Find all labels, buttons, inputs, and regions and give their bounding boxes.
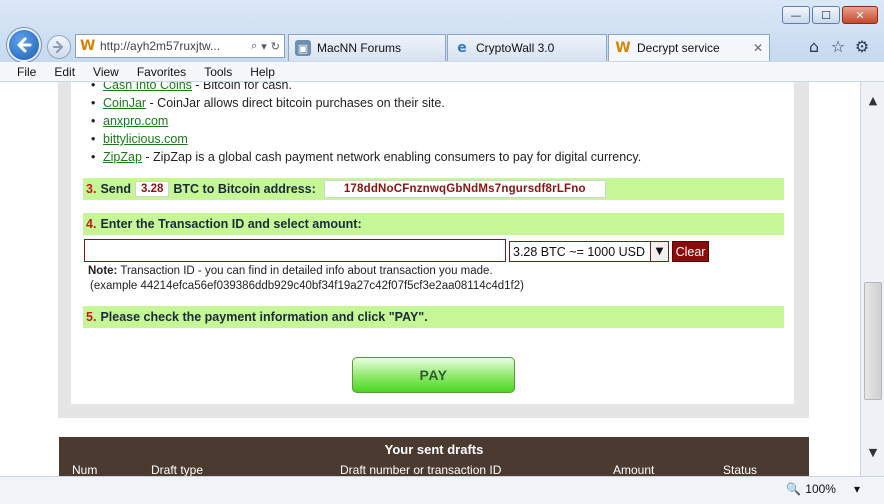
list-item: anxpro.com: [91, 112, 641, 130]
amount-selected-value: 3.28 BTC ~= 1000 USD: [513, 244, 646, 259]
bitcoin-address[interactable]: 178ddNoCFnznwqGbNdMs7ngursdf8rLFno: [323, 180, 606, 198]
exchange-link[interactable]: bittylicious.com: [103, 132, 188, 146]
scrollbar-thumb[interactable]: [864, 282, 882, 400]
step5-bar: 5. Please check the payment information …: [83, 306, 784, 328]
tab-cryptowall[interactable]: e CryptoWall 3.0: [447, 34, 607, 61]
search-icon[interactable]: ⌕: [251, 39, 257, 53]
forward-button[interactable]: [47, 35, 71, 59]
browser-chrome: — ☐ ✕ W http://ayh2m57ruxjtw... ⌕ ▾ ↻ ▣ …: [0, 0, 884, 62]
transaction-note: Note: Transaction ID - you can find in d…: [88, 265, 524, 292]
minimize-button[interactable]: —: [782, 6, 810, 24]
tab-label: CryptoWall 3.0: [476, 41, 555, 55]
address-url[interactable]: http://ayh2m57ruxjtw...: [100, 39, 247, 53]
vertical-scrollbar[interactable]: ▲ ▼: [860, 82, 884, 476]
pay-button[interactable]: PAY: [352, 357, 515, 393]
drafts-title: Your sent drafts: [384, 442, 484, 457]
scroll-up-icon[interactable]: ▲: [864, 92, 882, 108]
column-header-draft-number: Draft number or transaction ID: [340, 463, 502, 476]
site-logo-icon: W: [80, 38, 96, 54]
menu-tools[interactable]: Tools: [195, 65, 241, 79]
status-bar: 🔍 100% ▾: [0, 476, 884, 504]
clear-button[interactable]: Clear: [672, 241, 709, 262]
close-window-button[interactable]: ✕: [842, 6, 878, 24]
list-item: Cash Into Coins - Bitcoin for cash.: [91, 82, 641, 94]
page-icon: ▣: [295, 40, 311, 56]
close-tab-icon[interactable]: ✕: [753, 41, 763, 55]
ie-icon: e: [457, 40, 467, 56]
maximize-button[interactable]: ☐: [812, 6, 840, 24]
step-number: 3.: [86, 182, 97, 196]
btc-amount: 3.28: [135, 181, 170, 197]
address-dropdown-icon[interactable]: ▾: [261, 40, 267, 53]
step3-bar: 3. Send 3.28 BTC to Bitcoin address: 178…: [83, 178, 784, 200]
list-item: CoinJar - CoinJar allows direct bitcoin …: [91, 94, 641, 112]
page-viewport: Cash Into Coins - Bitcoin for cash. Coin…: [0, 82, 860, 476]
exchange-link[interactable]: CoinJar: [103, 96, 146, 110]
tab-label: MacNN Forums: [317, 41, 402, 55]
zoom-level: 100%: [805, 482, 836, 496]
address-bar[interactable]: W http://ayh2m57ruxjtw... ⌕ ▾ ↻: [75, 34, 285, 58]
forward-arrow-icon: [53, 41, 63, 53]
menu-bar: File Edit View Favorites Tools Help: [0, 62, 884, 82]
menu-favorites[interactable]: Favorites: [128, 65, 195, 79]
transaction-example: (example 44214efca56ef039386ddb929c40bf3…: [90, 280, 524, 292]
amount-select[interactable]: 3.28 BTC ~= 1000 USD ▼: [509, 241, 669, 262]
exchange-link[interactable]: anxpro.com: [103, 114, 168, 128]
step-number: 4.: [86, 217, 97, 231]
step-number: 5.: [86, 310, 97, 324]
back-button[interactable]: [7, 28, 41, 62]
exchange-link[interactable]: Cash Into Coins: [103, 82, 192, 92]
zoom-dropdown-icon[interactable]: ▾: [854, 482, 860, 496]
tab-label: Decrypt service: [637, 41, 720, 55]
column-header-num: Num: [72, 463, 98, 476]
tab-decrypt-service[interactable]: W Decrypt service ✕: [608, 34, 770, 61]
window-controls: — ☐ ✕: [782, 6, 878, 24]
favorites-star-icon[interactable]: ☆: [828, 36, 848, 56]
menu-view[interactable]: View: [84, 65, 128, 79]
scroll-down-icon[interactable]: ▼: [864, 444, 882, 460]
step4-bar: 4. Enter the Transaction ID and select a…: [83, 213, 784, 235]
back-arrow-icon: [17, 37, 32, 53]
column-header-draft-type: Draft type: [151, 463, 204, 476]
transaction-id-input[interactable]: [84, 239, 506, 262]
menu-help[interactable]: Help: [241, 65, 284, 79]
tab-macnn-forums[interactable]: ▣ MacNN Forums: [288, 34, 446, 61]
exchange-link[interactable]: ZipZap: [103, 150, 142, 164]
w-logo-icon: W: [615, 40, 631, 56]
menu-file[interactable]: File: [8, 65, 45, 79]
gear-icon[interactable]: ⚙: [852, 36, 872, 56]
column-header-status: Status: [723, 463, 758, 476]
exchange-list: Cash Into Coins - Bitcoin for cash. Coin…: [91, 82, 641, 166]
refresh-icon[interactable]: ↻: [271, 40, 280, 53]
zoom-control[interactable]: 🔍 100% ▾: [786, 482, 860, 496]
list-item: ZipZap - ZipZap is a global cash payment…: [91, 148, 641, 166]
zoom-icon: 🔍: [786, 482, 802, 496]
column-header-amount: Amount: [613, 463, 655, 476]
sent-drafts-table: Your sent drafts Num Draft type Draft nu…: [59, 437, 809, 476]
chevron-down-icon[interactable]: ▼: [650, 242, 668, 261]
list-item: bittylicious.com: [91, 130, 641, 148]
menu-edit[interactable]: Edit: [45, 65, 84, 79]
home-icon[interactable]: ⌂: [804, 36, 824, 56]
